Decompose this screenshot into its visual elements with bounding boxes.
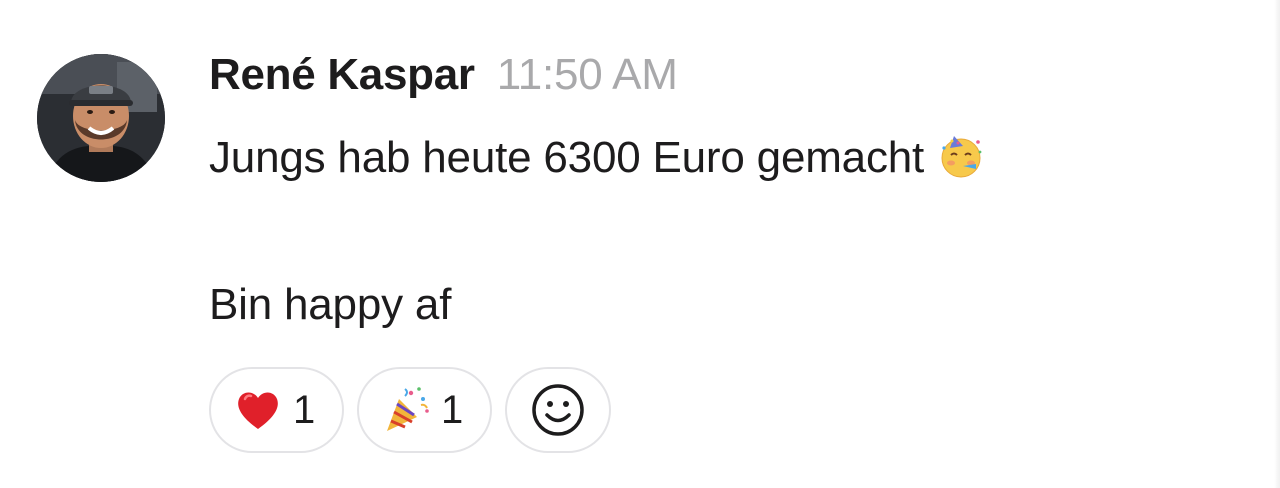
avatar[interactable] bbox=[37, 54, 165, 182]
smiley-add-reaction-icon bbox=[532, 384, 584, 436]
reactions-bar: 1 1 bbox=[209, 367, 611, 453]
party-popper-icon bbox=[387, 387, 429, 431]
avatar-photo bbox=[37, 54, 165, 182]
message-card: René Kaspar 11:50 AM Jungs hab heute 630… bbox=[0, 0, 1280, 488]
author-name[interactable]: René Kaspar bbox=[209, 50, 475, 100]
message-timestamp[interactable]: 11:50 AM bbox=[497, 50, 678, 100]
message-line: Jungs hab heute 6300 Euro gemacht bbox=[209, 130, 986, 183]
message-text: Jungs hab heute 6300 Euro gemacht bbox=[209, 133, 925, 182]
partying-face-emoji-icon bbox=[941, 136, 982, 178]
reaction-heart-button[interactable]: 1 bbox=[209, 367, 344, 453]
reaction-count: 1 bbox=[441, 387, 464, 432]
add-reaction-button[interactable] bbox=[505, 367, 611, 453]
reaction-count: 1 bbox=[293, 387, 316, 432]
heart-icon bbox=[238, 392, 278, 429]
message-header: René Kaspar 11:50 AM bbox=[209, 50, 678, 108]
message-line: Bin happy af bbox=[209, 280, 451, 330]
message-text: Bin happy af bbox=[209, 280, 452, 329]
reaction-party-button[interactable]: 1 bbox=[357, 367, 492, 453]
